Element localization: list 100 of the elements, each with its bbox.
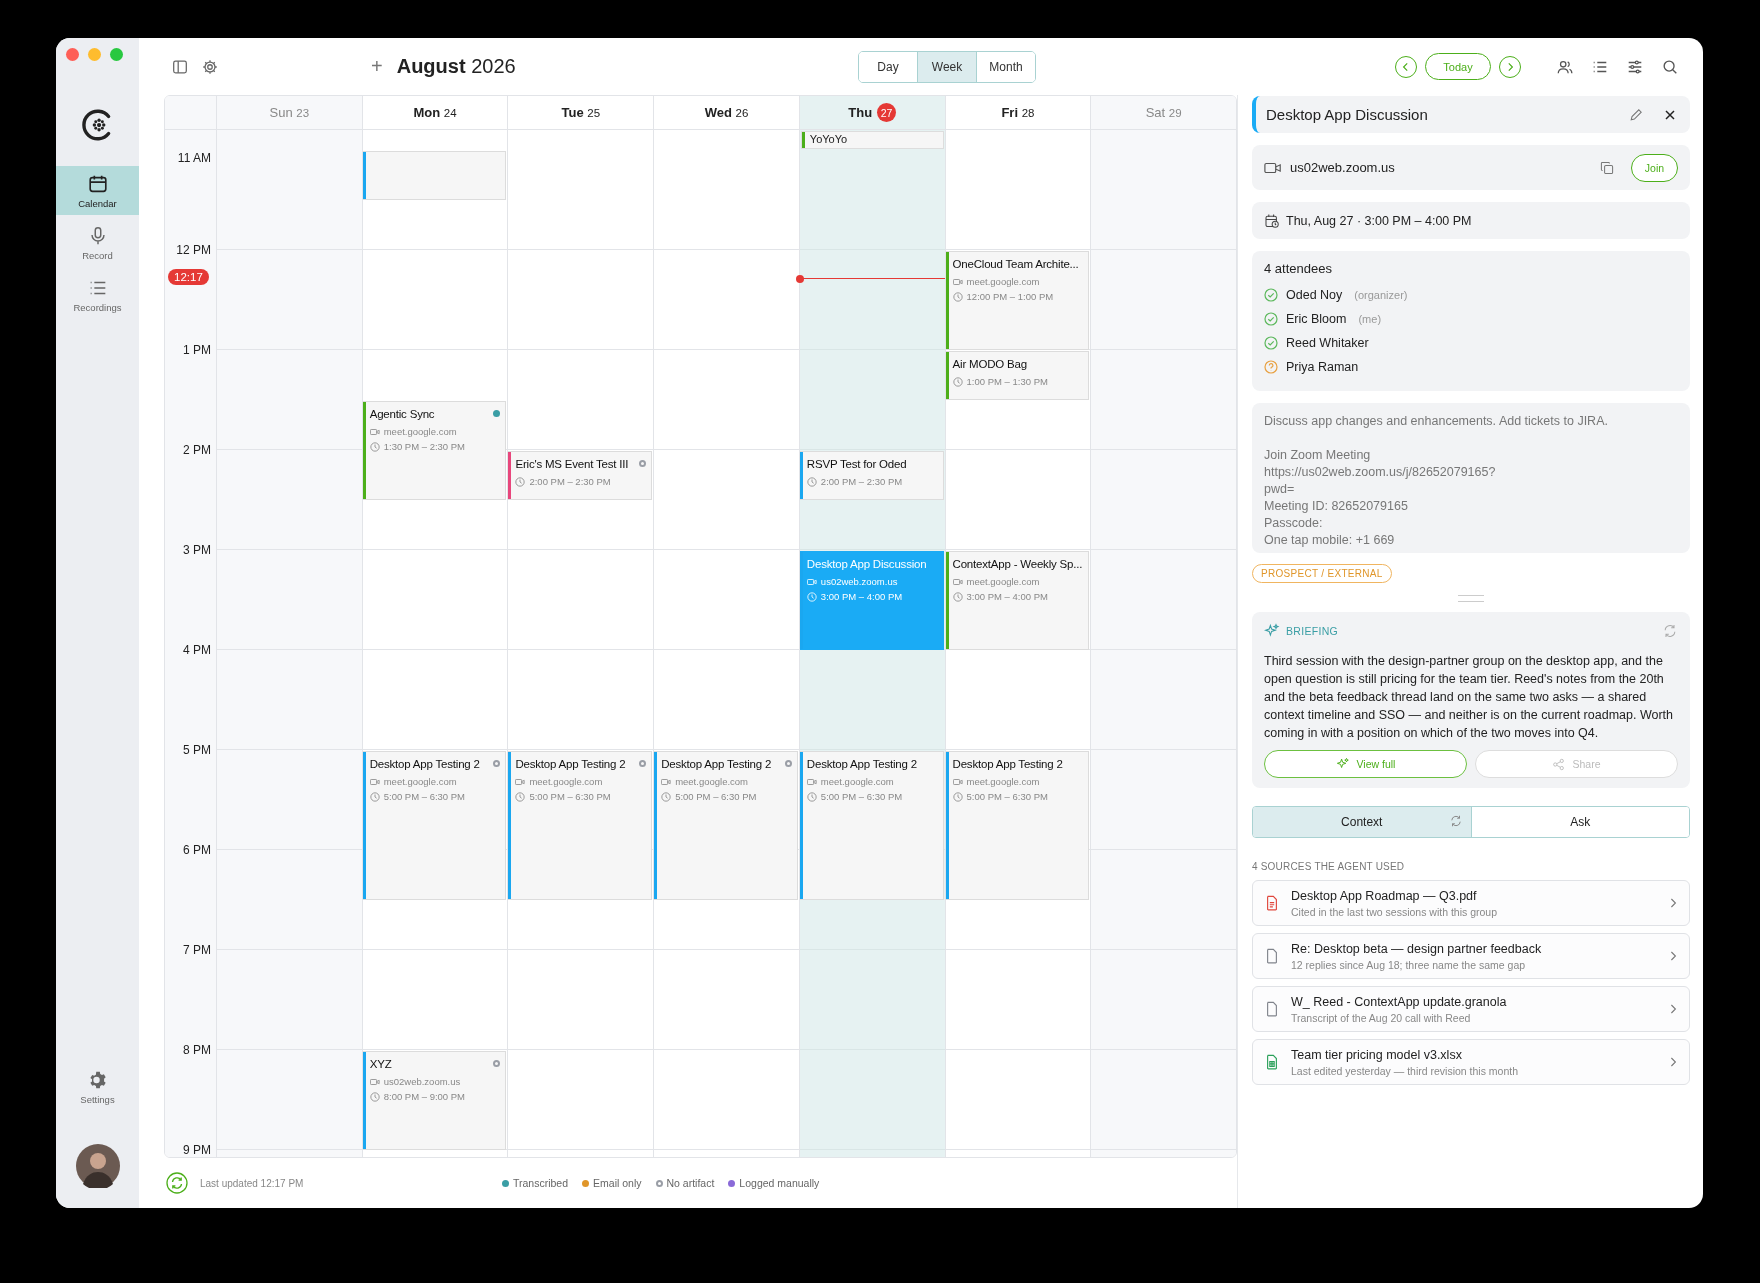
event-title: Desktop App Testing 2 bbox=[661, 757, 773, 772]
hour-label: 9 PM bbox=[183, 1142, 211, 1157]
user-avatar[interactable] bbox=[75, 1144, 120, 1188]
event-title: Desktop App Testing 2 bbox=[806, 757, 918, 772]
event-title: Agentic Sync bbox=[369, 407, 436, 422]
calendar-event[interactable]: Agentic Sync meet.google.com 1:30 PM – 2:30 PM bbox=[362, 401, 507, 500]
clock-icon bbox=[515, 476, 526, 487]
view-tab[interactable]: Week bbox=[918, 51, 977, 82]
calendar-event[interactable]: Air MODO Bag 1:00 PM – 1:30 PM bbox=[945, 351, 1090, 400]
hour-label: 3 PM bbox=[183, 542, 211, 558]
sidebar-item[interactable]: Recordings bbox=[56, 270, 139, 319]
description-line: https://us02web.zoom.us/j/82652079165? bbox=[1264, 464, 1497, 481]
event-title: Eric's MS Event Test III bbox=[515, 457, 630, 472]
panel-tab[interactable]: Context bbox=[1253, 807, 1471, 837]
attendee-name: Priya Raman bbox=[1286, 360, 1359, 374]
calendar-event[interactable]: XYZ us02web.zoom.us 8:00 PM – 9:00 PM bbox=[362, 1051, 507, 1150]
event-time: 2:00 PM – 2:30 PM bbox=[529, 476, 611, 487]
clock-icon bbox=[369, 1091, 380, 1102]
event-location: meet.google.com bbox=[820, 776, 894, 787]
settings-icon[interactable] bbox=[201, 57, 219, 76]
all-day-event[interactable]: YoYoYo bbox=[800, 131, 944, 149]
event-title: Desktop App Discussion bbox=[806, 557, 928, 572]
event-time: 5:00 PM – 6:30 PM bbox=[820, 791, 903, 802]
calendar-event[interactable]: Desktop App Testing 2 meet.google.com 5:00 PM – 6:30 PM bbox=[508, 751, 653, 900]
day-label: Thu bbox=[848, 105, 873, 120]
hour-label: 8 PM bbox=[183, 1042, 211, 1058]
description-line: pwd= bbox=[1264, 481, 1296, 498]
today-date-badge: 27 bbox=[877, 103, 897, 122]
video-icon bbox=[952, 576, 963, 587]
sync-icon[interactable] bbox=[166, 1172, 188, 1194]
clock-icon bbox=[952, 376, 963, 387]
event-location: us02web.zoom.us bbox=[383, 1076, 461, 1087]
video-icon bbox=[806, 776, 817, 787]
calendar-event[interactable]: Desktop App Testing 2 meet.google.com 5:00 PM – 6:30 PM bbox=[945, 751, 1090, 900]
panel-tab[interactable]: Ask bbox=[1470, 807, 1689, 837]
source-item[interactable]: Desktop App Roadmap — Q3.pdf Cited in the last two sessions with this group bbox=[1252, 880, 1690, 926]
description-line: Discuss app changes and enhancements. Add tickets to JIRA. bbox=[1264, 413, 1609, 430]
view-tab[interactable]: Day bbox=[859, 51, 918, 82]
video-icon bbox=[952, 776, 963, 787]
event-title: Desktop App Testing 2 bbox=[369, 757, 481, 772]
event-time: 12:00 PM – 1:00 PM bbox=[966, 291, 1054, 302]
copy-icon[interactable] bbox=[1599, 159, 1615, 176]
event-time: 5:00 PM – 6:30 PM bbox=[383, 791, 466, 802]
video-icon bbox=[661, 776, 672, 787]
chevron-right-icon bbox=[1669, 950, 1677, 962]
event-time: 1:00 PM – 1:30 PM bbox=[966, 376, 1048, 387]
description-line: Join Zoom Meeting bbox=[1264, 447, 1372, 464]
source-item[interactable]: W_ Reed - ContextApp update.granola Transcript of the Aug 20 call with Reed bbox=[1252, 986, 1690, 1032]
source-title: Team tier pricing model v3.xlsx bbox=[1291, 1047, 1463, 1062]
event-time: 5:00 PM – 6:30 PM bbox=[675, 791, 757, 802]
chevron-right-icon bbox=[1669, 1003, 1677, 1015]
calendar-event[interactable]: Desktop App Testing 2 meet.google.com 5:00 PM – 6:30 PM bbox=[799, 751, 944, 900]
legend-label: Logged manually bbox=[739, 1177, 820, 1189]
briefing-text: Third session with the design-partner group on the desktop app, and the open question is still pricing for the team tier. Reed's notes from the 20th and the beta feedback thread land on the same two asks — a shared context timeline and SSO — and neither is on the current roadmap. Worth coming in with a position on which of the two moves into Q4. bbox=[1264, 653, 1674, 742]
sidebar-item[interactable]: Calendar bbox=[56, 166, 139, 215]
sparkle-icon bbox=[1264, 623, 1280, 639]
clock-icon bbox=[661, 791, 672, 802]
video-icon bbox=[369, 426, 380, 437]
add-event-button[interactable]: + bbox=[365, 55, 389, 78]
current-time-badge: 12:17 bbox=[168, 269, 209, 286]
calendar-event[interactable]: Desktop App Testing 2 meet.google.com 5:00 PM – 6:30 PM bbox=[654, 751, 798, 900]
hour-label: 12 PM bbox=[176, 242, 211, 258]
event-location: meet.google.com bbox=[383, 776, 457, 787]
event-title: Desktop App Testing 2 bbox=[952, 757, 1064, 772]
video-icon bbox=[369, 1076, 380, 1087]
settings-item[interactable]: Settings bbox=[56, 1062, 139, 1111]
source-subtitle: Last edited yesterday — third revision this month bbox=[1291, 1064, 1520, 1077]
calendar-event[interactable]: Desktop App Testing 2 meet.google.com 5:00 PM – 6:30 PM bbox=[362, 751, 507, 900]
description-line: One tap mobile: +1 669 bbox=[1264, 532, 1396, 549]
refresh-icon[interactable] bbox=[1662, 623, 1678, 639]
event-title: RSVP Test for Oded bbox=[806, 457, 908, 472]
calendar-event[interactable]: RSVP Test for Oded 2:00 PM – 2:30 PM bbox=[799, 451, 944, 500]
attendees-heading: 4 attendees bbox=[1264, 261, 1333, 276]
day-label: Sun 23 bbox=[269, 105, 310, 120]
legend-label: No artifact bbox=[666, 1177, 715, 1189]
resize-handle[interactable] bbox=[1458, 595, 1484, 602]
description-line: Meeting ID: 82652079165 bbox=[1264, 498, 1409, 515]
calendar-event[interactable]: OneCloud Team Archite... meet.google.com 12:00 PM – 1:00 PM bbox=[945, 251, 1090, 350]
refresh-icon bbox=[1448, 814, 1463, 828]
attendee-role: (me) bbox=[1358, 313, 1382, 325]
event-location: meet.google.com bbox=[966, 576, 1040, 587]
source-item[interactable]: Re: Desktop beta — design partner feedback 12 replies since Aug 18; three name the same gap bbox=[1252, 933, 1690, 979]
clock-icon bbox=[806, 476, 817, 487]
legend-label: Transcribed bbox=[513, 1177, 569, 1189]
edit-icon[interactable] bbox=[1628, 106, 1644, 123]
sidebar-item[interactable]: Record bbox=[56, 218, 139, 267]
meeting-link[interactable]: us02web.zoom.us bbox=[1290, 160, 1591, 175]
chevron-right-icon bbox=[1669, 897, 1677, 909]
calendar-event[interactable]: ContextApp - Weekly Sp... meet.google.com 3:00 PM – 4:00 PM bbox=[945, 551, 1090, 650]
clock-icon bbox=[806, 591, 817, 602]
hour-label: 5 PM bbox=[183, 742, 211, 758]
event-location: meet.google.com bbox=[966, 776, 1040, 787]
source-item[interactable]: Team tier pricing model v3.xlsx Last edited yesterday — third revision this month bbox=[1252, 1039, 1690, 1085]
clock-icon bbox=[369, 441, 380, 452]
calendar-event[interactable]: Eric's MS Event Test III 2:00 PM – 2:30 PM bbox=[508, 451, 653, 500]
source-subtitle: Transcript of the Aug 20 call with Reed bbox=[1291, 1011, 1472, 1024]
day-label: Wed 26 bbox=[704, 105, 749, 120]
previous-button[interactable] bbox=[1395, 55, 1417, 78]
clock-icon bbox=[952, 791, 963, 802]
next-button[interactable] bbox=[1499, 55, 1521, 78]
